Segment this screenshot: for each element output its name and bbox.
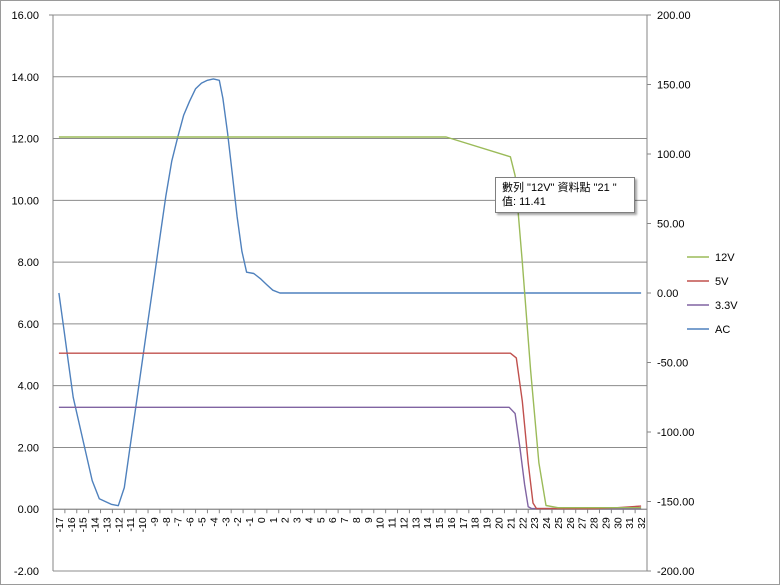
x-tick-label: -16 [66, 517, 78, 532]
x-tick-label: 18 [470, 517, 482, 529]
x-tick-label: -15 [78, 517, 90, 532]
y-primary-tick-label: 12.00 [11, 134, 39, 146]
y-secondary-tick-label: -150.00 [657, 497, 694, 509]
x-tick-label: -9 [149, 517, 161, 526]
x-tick-label: 14 [422, 517, 434, 529]
x-tick-label: -14 [90, 517, 102, 532]
x-tick-label: 32 [636, 517, 648, 529]
data-point-tooltip: 數列 "12V" 資料點 "21 " 值: 11.41 [495, 177, 635, 213]
x-tick-label: 26 [565, 517, 577, 529]
x-tick-label: 3 [292, 517, 304, 523]
y-secondary-tick-label: -100.00 [657, 427, 694, 439]
x-tick-label: 15 [434, 517, 446, 529]
y-secondary-tick-label: 150.00 [657, 80, 691, 92]
x-tick-label: -4 [208, 517, 220, 526]
x-tick-label: 17 [458, 517, 470, 529]
x-tick-label: 29 [600, 517, 612, 529]
x-tick-label: -13 [101, 517, 113, 532]
legend-label: 12V [715, 252, 735, 264]
x-tick-label: 8 [351, 517, 363, 523]
line-chart: 16.0014.0012.0010.008.006.004.002.000.00… [11, 10, 738, 578]
y-secondary-tick-label: -50.00 [657, 358, 688, 370]
x-tick-label: 27 [577, 517, 589, 529]
x-tick-label: 21 [505, 517, 517, 529]
legend-label: AC [715, 324, 730, 336]
x-tick-label: 20 [494, 517, 506, 529]
y-secondary-tick-label: 0.00 [657, 288, 678, 300]
y-primary-tick-label: 14.00 [11, 72, 39, 84]
x-tick-label: -8 [161, 517, 173, 526]
x-tick-label: -5 [197, 517, 209, 526]
x-tick-label: 23 [529, 517, 541, 529]
x-tick-label: 9 [363, 517, 375, 523]
x-tick-label: 7 [339, 517, 351, 523]
x-tick-label: -10 [137, 517, 149, 532]
x-tick-label: -1 [244, 517, 256, 526]
x-tick-label: 25 [553, 517, 565, 529]
x-tick-label: -7 [173, 517, 185, 526]
x-tick-label: 19 [482, 517, 494, 529]
y-primary-tick-label: 4.00 [18, 381, 39, 393]
y-secondary-tick-label: 50.00 [657, 219, 685, 231]
x-tick-label: 11 [387, 517, 399, 528]
x-tick-label: -11 [125, 517, 137, 532]
x-tick-label: 30 [612, 517, 624, 529]
x-tick-label: 5 [315, 517, 327, 523]
x-tick-label: -3 [220, 517, 232, 526]
series-line-3-3v[interactable] [58, 406, 642, 510]
x-tick-label: 6 [327, 517, 339, 523]
x-tick-label: 12 [398, 517, 410, 529]
x-tick-label: -17 [54, 517, 66, 532]
x-tick-label: 4 [303, 517, 315, 523]
x-tick-label: 28 [589, 517, 601, 529]
y-secondary-tick-label: 100.00 [657, 149, 691, 161]
tooltip-series-line: 數列 "12V" 資料點 "21 " [502, 182, 617, 194]
y-primary-tick-label: 0.00 [18, 504, 39, 516]
y-primary-tick-label: 2.00 [18, 442, 39, 454]
y-primary-tick-label: 8.00 [18, 257, 39, 269]
x-tick-label: 0 [256, 517, 268, 523]
chart-area: 16.00 14.00 12.00 10.00 8.00 6.00 4.00 2.00 0.00… [0, 0, 780, 585]
x-tick-label: 22 [517, 517, 529, 529]
x-tick-label: 10 [375, 517, 387, 529]
y-secondary-tick-label: -200.00 [657, 566, 694, 578]
y-primary-tick-label: -2.00 [14, 566, 39, 578]
series-line-5v[interactable] [58, 352, 642, 510]
x-tick-label: 31 [624, 517, 636, 529]
y-primary-tick-label: 10.00 [11, 195, 39, 207]
x-tick-label: 16 [446, 517, 458, 529]
y-primary-tick-label: 16.00 [11, 10, 39, 22]
y-secondary-tick-label: 200.00 [657, 10, 691, 22]
legend-label: 3.3V [715, 300, 738, 312]
y-primary-tick-label: 6.00 [18, 319, 39, 331]
series-lines[interactable] [58, 78, 642, 510]
legend: 12V 5V 3.3V AC [687, 252, 738, 336]
x-tick-label: 1 [268, 517, 280, 523]
series-line-ac[interactable] [58, 78, 642, 507]
x-tick-label: -6 [185, 517, 197, 526]
x-tick-label: -12 [113, 517, 125, 532]
legend-label: 5V [715, 276, 729, 288]
x-tick-label: -2 [232, 517, 244, 526]
tooltip-value-line: 值: 11.41 [502, 196, 546, 208]
x-tick-label: 2 [280, 517, 292, 523]
x-tick-label: 13 [410, 517, 422, 529]
x-tick-label: 24 [541, 517, 553, 529]
axes: 16.0014.0012.0010.008.006.004.002.000.00… [11, 10, 694, 578]
